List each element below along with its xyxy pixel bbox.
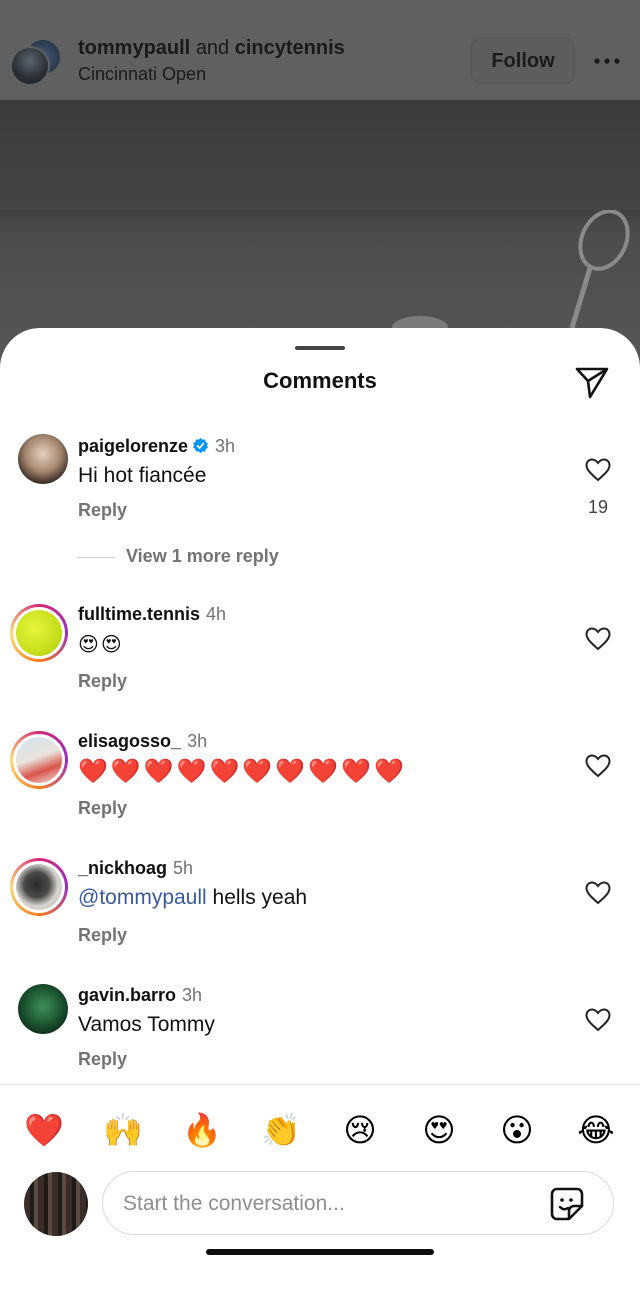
verified-badge-icon	[193, 437, 209, 454]
post-user-1[interactable]: tommypaull	[78, 37, 190, 59]
comments-sheet: Comments paigelorenze 3h Hi hot fiancée …	[0, 328, 640, 1299]
comment-text: Hi hot fiancée	[78, 464, 207, 487]
comment-username[interactable]: gavin.barro 3h	[78, 985, 202, 1006]
share-send-icon[interactable]	[574, 364, 610, 400]
reaction-heart-button[interactable]: ❤️	[22, 1108, 66, 1152]
post-user-2[interactable]: cincytennis	[235, 37, 345, 59]
racket-graphic	[569, 210, 630, 329]
reply-button[interactable]: Reply	[78, 500, 127, 521]
post-user-joiner: and	[195, 37, 230, 59]
quick-reactions-bar: ❤️ 🙌 🔥 👏 😢 😍 😮 😂	[0, 1108, 640, 1152]
comment-time: 3h	[187, 731, 208, 751]
follow-button[interactable]: Follow	[471, 38, 575, 84]
comment-text: ❤️❤️❤️❤️❤️❤️❤️❤️❤️❤️	[78, 757, 407, 785]
avatar-gavinbarro[interactable]	[18, 984, 68, 1034]
home-indicator[interactable]	[206, 1249, 434, 1255]
comment-text: 😍😍	[78, 632, 124, 656]
reply-button[interactable]: Reply	[78, 1049, 127, 1070]
avatar-fulltime-tennis[interactable]	[10, 604, 68, 662]
comment-time: 3h	[182, 985, 203, 1005]
post-header: tommypaull and cincytennis Cincinnati Op…	[0, 0, 640, 100]
replies-divider-line	[78, 556, 114, 558]
comment-item: paigelorenze 3h Hi hot fiancée Reply 19	[0, 420, 640, 540]
composer-divider	[0, 1084, 640, 1085]
sheet-drag-handle[interactable]	[295, 346, 345, 350]
like-heart-icon[interactable]	[585, 754, 611, 778]
comment-text: Vamos Tommy	[78, 1013, 215, 1036]
like-count: 19	[588, 497, 609, 517]
view-more-replies[interactable]: View 1 more reply	[78, 546, 279, 567]
comment-time: 4h	[206, 604, 227, 624]
comment-text: @tommypaull hells yeah	[78, 886, 307, 910]
collab-avatar-tommypaull[interactable]	[10, 46, 50, 86]
avatar-elisagosso[interactable]	[10, 731, 68, 789]
comment-item: fulltime.tennis 4h 😍😍 Reply	[0, 588, 640, 708]
comment-composer	[102, 1171, 614, 1235]
reaction-raised-hands-button[interactable]: 🙌	[101, 1108, 145, 1152]
like-heart-icon[interactable]	[585, 1008, 611, 1032]
post-usernames: tommypaull and cincytennis	[78, 37, 345, 60]
avatar-paigelorenze[interactable]	[18, 434, 68, 484]
like-heart-icon[interactable]	[585, 627, 611, 651]
comment-item: gavin.barro 3h Vamos Tommy Reply	[0, 969, 640, 1089]
like-heart-icon[interactable]	[585, 458, 611, 482]
comment-time: 5h	[173, 858, 194, 878]
sheet-title: Comments	[263, 368, 377, 393]
like-heart-icon[interactable]	[585, 881, 611, 905]
reaction-clap-button[interactable]: 👏	[259, 1108, 303, 1152]
comment-time: 3h	[215, 436, 236, 456]
reply-button[interactable]: Reply	[78, 671, 127, 692]
post-photo	[0, 100, 640, 360]
reaction-crying-button[interactable]: 😢	[338, 1108, 382, 1152]
my-avatar	[24, 1172, 88, 1236]
reaction-heart-eyes-button[interactable]: 😍	[417, 1108, 461, 1152]
sticker-icon[interactable]	[549, 1186, 585, 1222]
reaction-fire-button[interactable]: 🔥	[180, 1108, 224, 1152]
post-location[interactable]: Cincinnati Open	[78, 64, 206, 85]
comment-username[interactable]: fulltime.tennis 4h	[78, 604, 226, 625]
avatar-nickhoag[interactable]	[10, 858, 68, 916]
comment-input[interactable]	[121, 1186, 525, 1222]
comment-item: elisagosso_ 3h ❤️❤️❤️❤️❤️❤️❤️❤️❤️❤️ Reply	[0, 715, 640, 835]
comment-username[interactable]: paigelorenze 3h	[78, 436, 235, 457]
comment-text-body: hells yeah	[212, 886, 308, 909]
comment-item: _nickhoag 5h @tommypaull hells yeah Reply	[0, 842, 640, 962]
reaction-surprised-button[interactable]: 😮	[495, 1108, 539, 1152]
comment-username[interactable]: elisagosso_ 3h	[78, 731, 207, 752]
reply-button[interactable]: Reply	[78, 798, 127, 819]
reaction-laughing-button[interactable]: 😂	[574, 1108, 618, 1152]
more-options-icon[interactable]	[594, 58, 620, 64]
comment-username[interactable]: _nickhoag 5h	[78, 858, 193, 879]
reply-button[interactable]: Reply	[78, 925, 127, 946]
mention-link[interactable]: @tommypaull	[78, 886, 207, 909]
photo-court	[0, 210, 640, 224]
